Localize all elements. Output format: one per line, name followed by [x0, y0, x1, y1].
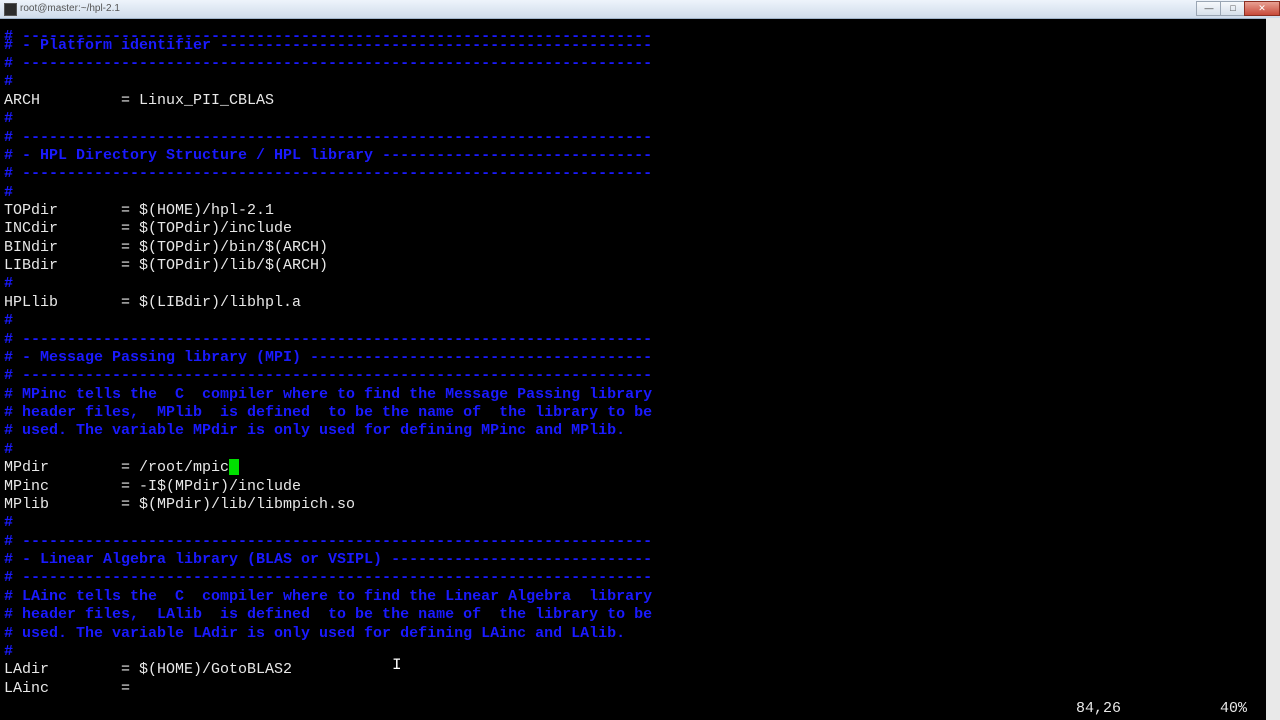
comment-line: #: [4, 643, 14, 660]
comment-line: #: [4, 312, 14, 329]
config-line: MPinc = -I$(MPdir)/include: [4, 478, 302, 495]
config-line-text: MPdir = /root/mpic: [4, 459, 230, 476]
comment-line: #: [4, 110, 14, 127]
config-line: MPdir = /root/mpich: [4, 459, 240, 477]
comment-line: # - Message Passing library (MPI) ------…: [4, 349, 653, 366]
window-title: root@master:~/hpl-2.1: [20, 3, 120, 14]
comment-line: #: [4, 184, 14, 201]
config-line: LAinc =: [4, 680, 131, 697]
comment-line: #: [4, 514, 14, 531]
window-titlebar: root@master:~/hpl-2.1 — □ ✕: [0, 0, 1280, 19]
comment-line: # --------------------------------------…: [4, 367, 653, 384]
terminal-icon: [4, 3, 17, 16]
comment-line: # LAinc tells the C compiler where to fi…: [4, 588, 653, 605]
comment-line: # header files, LAlib is defined to be t…: [4, 606, 653, 623]
config-line: LIBdir = $(TOPdir)/lib/$(ARCH): [4, 257, 329, 274]
comment-line: #: [4, 73, 14, 90]
config-line: ARCH = Linux_PII_CBLAS: [4, 92, 275, 109]
config-line: INCdir = $(TOPdir)/include: [4, 220, 293, 237]
comment-line: # used. The variable LAdir is only used …: [4, 625, 626, 642]
text-cursor: h: [229, 459, 240, 477]
file-percent: 40%: [1220, 700, 1248, 717]
maximize-button[interactable]: □: [1220, 1, 1246, 16]
config-line: LAdir = $(HOME)/GotoBLAS2: [4, 661, 293, 678]
comment-line: # --------------------------------------…: [4, 129, 653, 146]
config-line: BINdir = $(TOPdir)/bin/$(ARCH): [4, 239, 329, 256]
comment-line: # - Linear Algebra library (BLAS or VSIP…: [4, 551, 653, 568]
comment-line: # header files, MPlib is defined to be t…: [4, 404, 653, 421]
close-button[interactable]: ✕: [1244, 1, 1280, 16]
comment-line: # MPinc tells the C compiler where to fi…: [4, 386, 653, 403]
comment-line: # --------------------------------------…: [4, 533, 653, 550]
config-line: MPlib = $(MPdir)/lib/libmpich.so: [4, 496, 356, 513]
cursor-position: 84,26: [1076, 700, 1122, 717]
comment-line: # --------------------------------------…: [4, 569, 653, 586]
comment-line: # - Platform identifier ----------------…: [4, 37, 653, 54]
comment-line: # used. The variable MPdir is only used …: [4, 422, 626, 439]
comment-line: #: [4, 275, 14, 292]
minimize-button[interactable]: —: [1196, 1, 1222, 16]
comment-line: # - HPL Directory Structure / HPL librar…: [4, 147, 653, 164]
comment-line: # --------------------------------------…: [4, 165, 653, 182]
comment-line: #: [4, 441, 14, 458]
terminal-text-area[interactable]: # --------------------------------------…: [0, 18, 1266, 720]
config-line: TOPdir = $(HOME)/hpl-2.1: [4, 202, 275, 219]
config-line: HPLlib = $(LIBdir)/libhpl.a: [4, 294, 302, 311]
comment-line: # --------------------------------------…: [4, 331, 653, 348]
comment-line: # --------------------------------------…: [4, 55, 653, 72]
scrollbar[interactable]: [1266, 18, 1280, 720]
text-cursor-ibeam-icon: I: [392, 656, 402, 674]
